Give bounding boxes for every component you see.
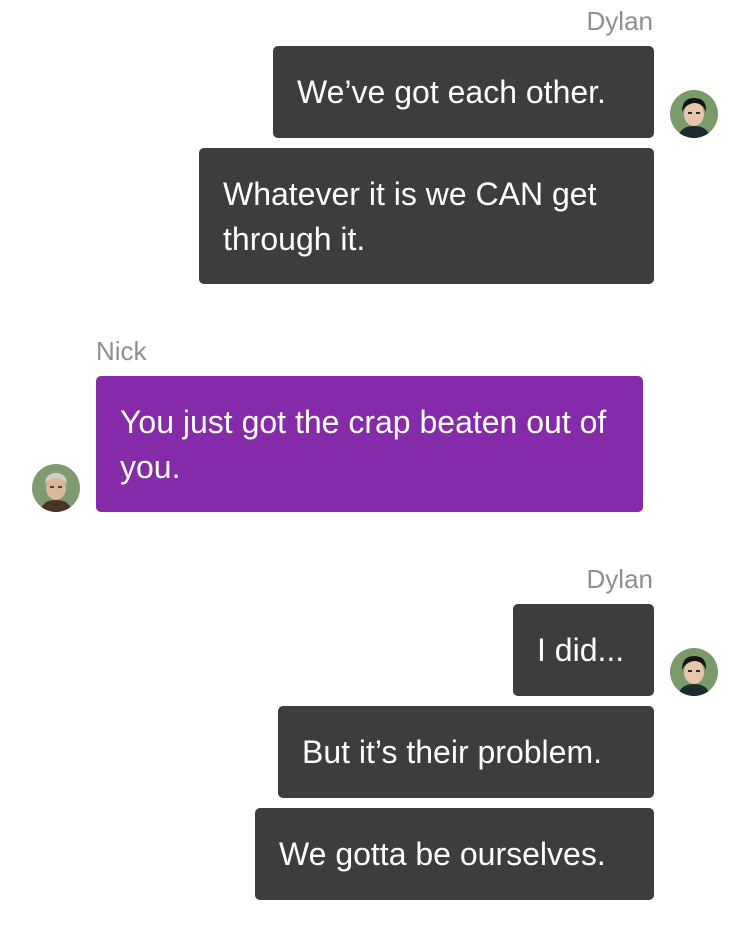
message-bubble-incoming[interactable]: You just got the crap beaten out of you. [96, 376, 643, 512]
dylan-avatar-icon[interactable] [670, 90, 718, 138]
message-text: Whatever it is we CAN get through it. [223, 176, 597, 257]
dylan-avatar-icon[interactable] [670, 648, 718, 696]
sender-name-dylan: Dylan [586, 6, 653, 36]
sender-name-nick: Nick [96, 336, 147, 366]
message-text: I did... [537, 632, 625, 668]
nick-avatar-icon[interactable] [32, 464, 80, 512]
message-text: You just got the crap beaten out of you. [120, 404, 607, 485]
message-text: But it’s their problem. [302, 734, 602, 770]
message-text: We gotta be ourselves. [279, 836, 606, 872]
message-bubble-outgoing[interactable]: Whatever it is we CAN get through it. [199, 148, 654, 284]
message-bubble-outgoing[interactable]: We’ve got each other. [273, 46, 654, 138]
sender-name-dylan: Dylan [586, 564, 653, 594]
message-bubble-outgoing[interactable]: We gotta be ourselves. [255, 808, 654, 900]
message-bubble-outgoing[interactable]: But it’s their problem. [278, 706, 654, 798]
message-bubble-outgoing[interactable]: I did... [513, 604, 654, 696]
message-text: We’ve got each other. [297, 74, 606, 110]
